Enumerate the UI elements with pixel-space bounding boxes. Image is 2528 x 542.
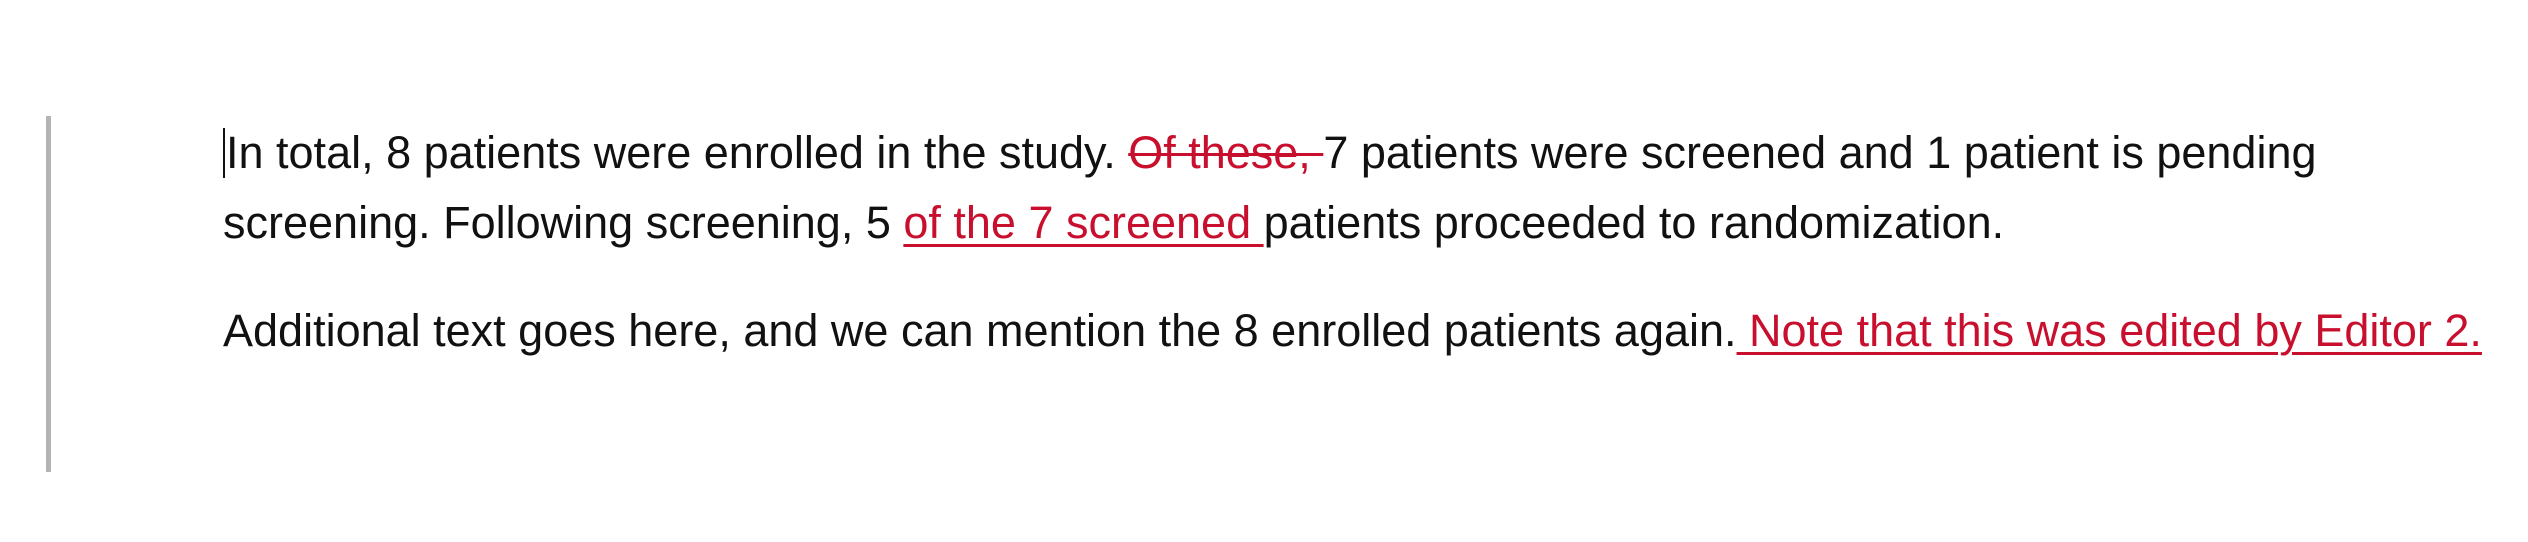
paragraph-2[interactable]: Additional text goes here, and we can me… xyxy=(223,296,2483,366)
paragraph-2-text-1: Additional text goes here, and we can me… xyxy=(223,305,1737,356)
tracked-insertion[interactable]: of the 7 screened xyxy=(903,197,1263,248)
tracked-insertion-editor-2[interactable]: Note that this was edited by Editor 2. xyxy=(1737,305,2482,356)
paragraph-1[interactable]: In total, 8 patients were enrolled in th… xyxy=(223,118,2483,258)
paragraph-1-text-3: patients proceeded to randomization. xyxy=(1263,197,2005,248)
paragraph-1-text-1: In total, 8 patients were enrolled in th… xyxy=(226,127,1129,178)
document-page: In total, 8 patients were enrolled in th… xyxy=(0,0,2528,542)
tracked-deletion[interactable]: Of these, xyxy=(1128,127,1323,178)
text-cursor xyxy=(223,128,225,178)
document-body[interactable]: In total, 8 patients were enrolled in th… xyxy=(223,118,2483,366)
tracked-change-bar xyxy=(46,116,51,472)
